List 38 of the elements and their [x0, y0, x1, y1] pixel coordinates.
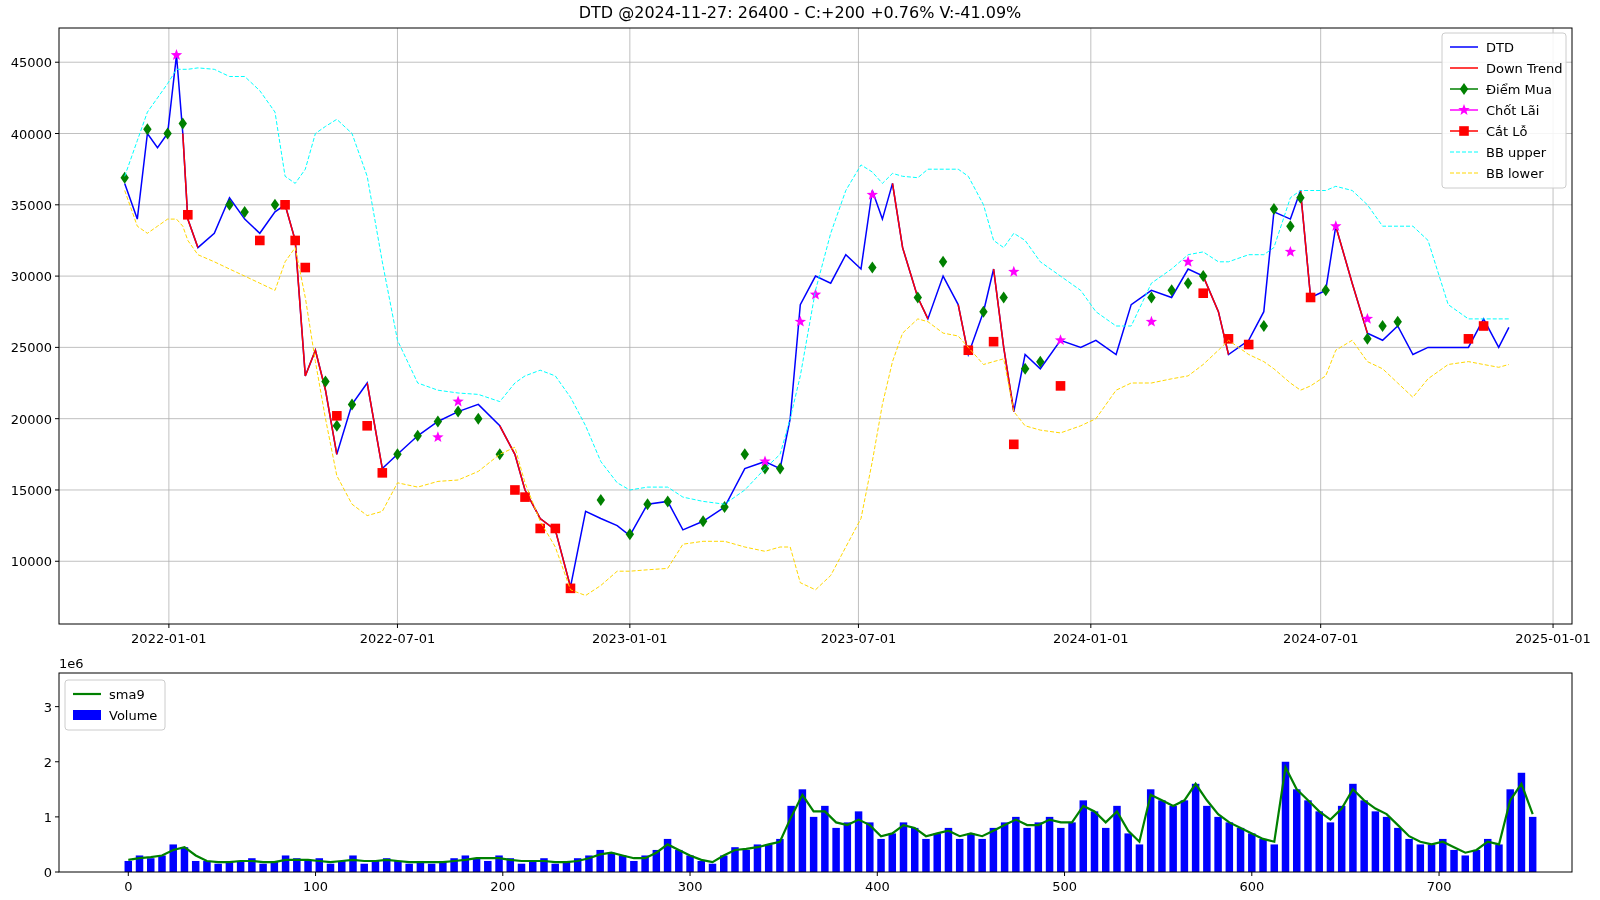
axis-tick-label: 0 — [124, 879, 133, 894]
legend-label: Volume — [109, 708, 158, 723]
axis-tick-label: 0 — [43, 865, 52, 880]
axis-tick-label: 2022-07-01 — [359, 631, 436, 646]
axis-tick-label: 300 — [677, 879, 703, 894]
axis-tick-label: 45000 — [10, 55, 52, 71]
axis-tick-label: 2024-07-01 — [1282, 631, 1359, 646]
axis-tick-label: 25000 — [10, 340, 52, 356]
axis-tick-label: 2025-01-01 — [1515, 631, 1591, 646]
axis-tick-label: 1 — [43, 809, 52, 825]
legend-label: Chốt Lãi — [1486, 103, 1540, 118]
legend-label: Điểm Mua — [1486, 82, 1552, 97]
axis-offset-label: 1e6 — [59, 656, 84, 671]
axis-tick-label: 700 — [1426, 879, 1452, 894]
legend-label: Down Trend — [1486, 61, 1563, 76]
axis-tick-label: 3 — [43, 699, 52, 715]
axis-tick-label: 40000 — [10, 126, 52, 142]
axis-tick-label: 600 — [1239, 879, 1265, 894]
axis-tick-label: 15000 — [10, 482, 52, 498]
legend-label: Cắt Lỗ — [1486, 124, 1528, 139]
legend-label: BB lower — [1486, 166, 1544, 181]
axis-tick-label: 10000 — [10, 554, 52, 570]
legend-label: sma9 — [109, 687, 145, 702]
legend-label: DTD — [1486, 40, 1514, 55]
chart-title: DTD @2024-11-27: 26400 - C:+200 +0.76% V:-41.09% — [578, 3, 1022, 22]
legend-label: BB upper — [1486, 145, 1547, 160]
axis-tick-label: 2 — [43, 754, 52, 770]
axis-tick-label: 2024-01-01 — [1053, 631, 1129, 646]
axis-tick-label: 400 — [864, 879, 890, 894]
axis-tick-label: 20000 — [10, 411, 52, 427]
axis-tick-label: 500 — [1052, 879, 1077, 894]
axis-tick-label: 30000 — [10, 269, 52, 285]
axis-tick-label: 2022-01-01 — [131, 631, 207, 646]
axis-tick-label: 200 — [490, 879, 516, 894]
axis-tick-label: 2023-01-01 — [592, 631, 668, 646]
axis-tick-label: 35000 — [10, 197, 52, 213]
axis-tick-label: 2023-07-01 — [820, 631, 897, 646]
axis-tick-label: 100 — [303, 879, 328, 894]
